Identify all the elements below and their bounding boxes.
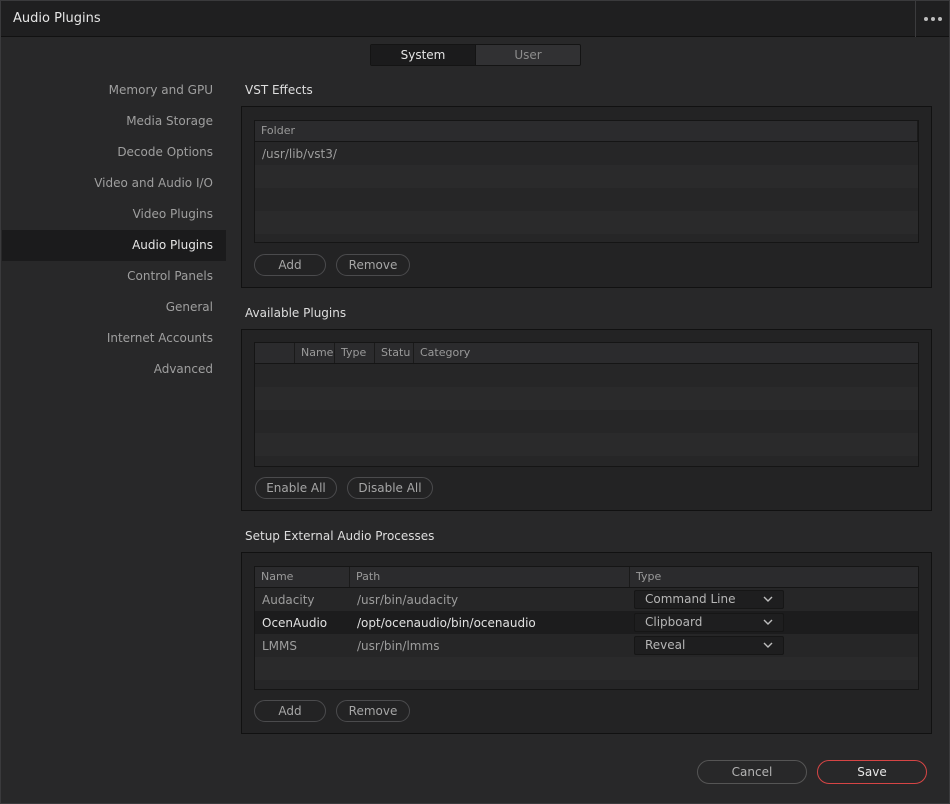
vst-effects-heading: VST Effects	[245, 83, 313, 97]
column-header-type[interactable]: Type	[335, 343, 375, 363]
process-name-cell: Audacity	[262, 592, 315, 607]
process-name-cell: OcenAudio	[262, 615, 328, 630]
chevron-down-icon	[763, 596, 773, 602]
external-processes-table: Name Path Type Audacity /usr/bin/audacit…	[254, 566, 919, 690]
cancel-button[interactable]: Cancel	[697, 760, 807, 784]
process-path-cell: /opt/ocenaudio/bin/ocenaudio	[357, 615, 536, 630]
process-path-cell: /usr/bin/audacity	[357, 592, 459, 607]
column-header-folder[interactable]: Folder	[255, 121, 918, 141]
table-row-empty	[255, 387, 918, 410]
vst-folder-table: Folder /usr/lib/vst3/	[254, 120, 919, 243]
disable-all-button[interactable]: Disable All	[347, 477, 433, 499]
table-row-empty	[255, 165, 918, 188]
external-processes-panel: Name Path Type Audacity /usr/bin/audacit…	[241, 552, 932, 734]
table-row[interactable]: Audacity /usr/bin/audacity Command Line	[255, 588, 918, 611]
column-header-type[interactable]: Type	[630, 567, 918, 587]
chevron-down-icon	[763, 642, 773, 648]
folder-path-cell: /usr/lib/vst3/	[262, 146, 337, 161]
sidebar-item-memory-and-gpu[interactable]: Memory and GPU	[2, 75, 226, 106]
dropdown-value: Clipboard	[645, 615, 703, 629]
dropdown-value: Reveal	[645, 638, 686, 652]
enable-all-button[interactable]: Enable All	[255, 477, 337, 499]
tab-user[interactable]: User	[476, 45, 580, 65]
available-plugins-table: Name Type Statu Category	[254, 342, 919, 467]
available-plugins-heading: Available Plugins	[245, 306, 347, 320]
table-row[interactable]: LMMS /usr/bin/lmms Reveal	[255, 634, 918, 657]
save-button[interactable]: Save	[817, 760, 927, 784]
column-header-status[interactable]: Statu	[375, 343, 414, 363]
external-table-header: Name Path Type	[255, 567, 918, 588]
external-remove-button[interactable]: Remove	[336, 700, 410, 722]
sidebar-item-control-panels[interactable]: Control Panels	[2, 261, 226, 292]
column-header-path[interactable]: Path	[350, 567, 630, 587]
column-header-category[interactable]: Category	[414, 343, 918, 363]
window-title: Audio Plugins	[13, 11, 101, 26]
table-row-selected[interactable]: OcenAudio /opt/ocenaudio/bin/ocenaudio C…	[255, 611, 918, 634]
sidebar-item-general[interactable]: General	[2, 292, 226, 323]
process-path-cell: /usr/bin/lmms	[357, 638, 440, 653]
plugins-table-header: Name Type Statu Category	[255, 343, 918, 364]
sidebar-item-video-plugins[interactable]: Video Plugins	[2, 199, 226, 230]
process-name-cell: LMMS	[262, 638, 298, 653]
sidebar-item-media-storage[interactable]: Media Storage	[2, 106, 226, 137]
more-options-icon[interactable]	[915, 1, 949, 37]
column-header-name[interactable]: Name	[295, 343, 335, 363]
table-row-empty	[255, 211, 918, 234]
vst-table-header: Folder	[255, 121, 918, 142]
available-plugins-panel: Name Type Statu Category Enable All Disa…	[241, 329, 932, 511]
vst-remove-button[interactable]: Remove	[336, 254, 410, 276]
tab-system[interactable]: System	[371, 45, 476, 65]
column-header-name[interactable]: Name	[255, 567, 350, 587]
system-user-toggle: System User	[370, 44, 581, 66]
table-row-empty	[255, 188, 918, 211]
sidebar-nav: Memory and GPU Media Storage Decode Opti…	[2, 75, 226, 385]
external-processes-heading: Setup External Audio Processes	[245, 529, 435, 543]
table-row-empty	[255, 364, 918, 387]
sidebar-item-audio-plugins[interactable]: Audio Plugins	[2, 230, 226, 261]
column-header-checkbox[interactable]	[255, 343, 295, 363]
title-bar: Audio Plugins	[1, 1, 949, 37]
table-row-empty	[255, 410, 918, 433]
sidebar-item-advanced[interactable]: Advanced	[2, 354, 226, 385]
sidebar-item-video-and-audio-io[interactable]: Video and Audio I/O	[2, 168, 226, 199]
table-row-empty	[255, 657, 918, 680]
external-add-button[interactable]: Add	[254, 700, 326, 722]
table-row[interactable]: /usr/lib/vst3/	[255, 142, 918, 165]
process-type-dropdown[interactable]: Clipboard	[634, 613, 784, 632]
vst-effects-panel: Folder /usr/lib/vst3/ Add Remove	[241, 106, 932, 288]
chevron-down-icon	[763, 619, 773, 625]
vst-add-button[interactable]: Add	[254, 254, 326, 276]
sidebar-item-decode-options[interactable]: Decode Options	[2, 137, 226, 168]
table-row-empty	[255, 433, 918, 456]
process-type-dropdown[interactable]: Reveal	[634, 636, 784, 655]
process-type-dropdown[interactable]: Command Line	[634, 590, 784, 609]
sidebar-item-internet-accounts[interactable]: Internet Accounts	[2, 323, 226, 354]
dropdown-value: Command Line	[645, 592, 736, 606]
preferences-window: Audio Plugins System User Memory and GPU…	[0, 0, 950, 804]
